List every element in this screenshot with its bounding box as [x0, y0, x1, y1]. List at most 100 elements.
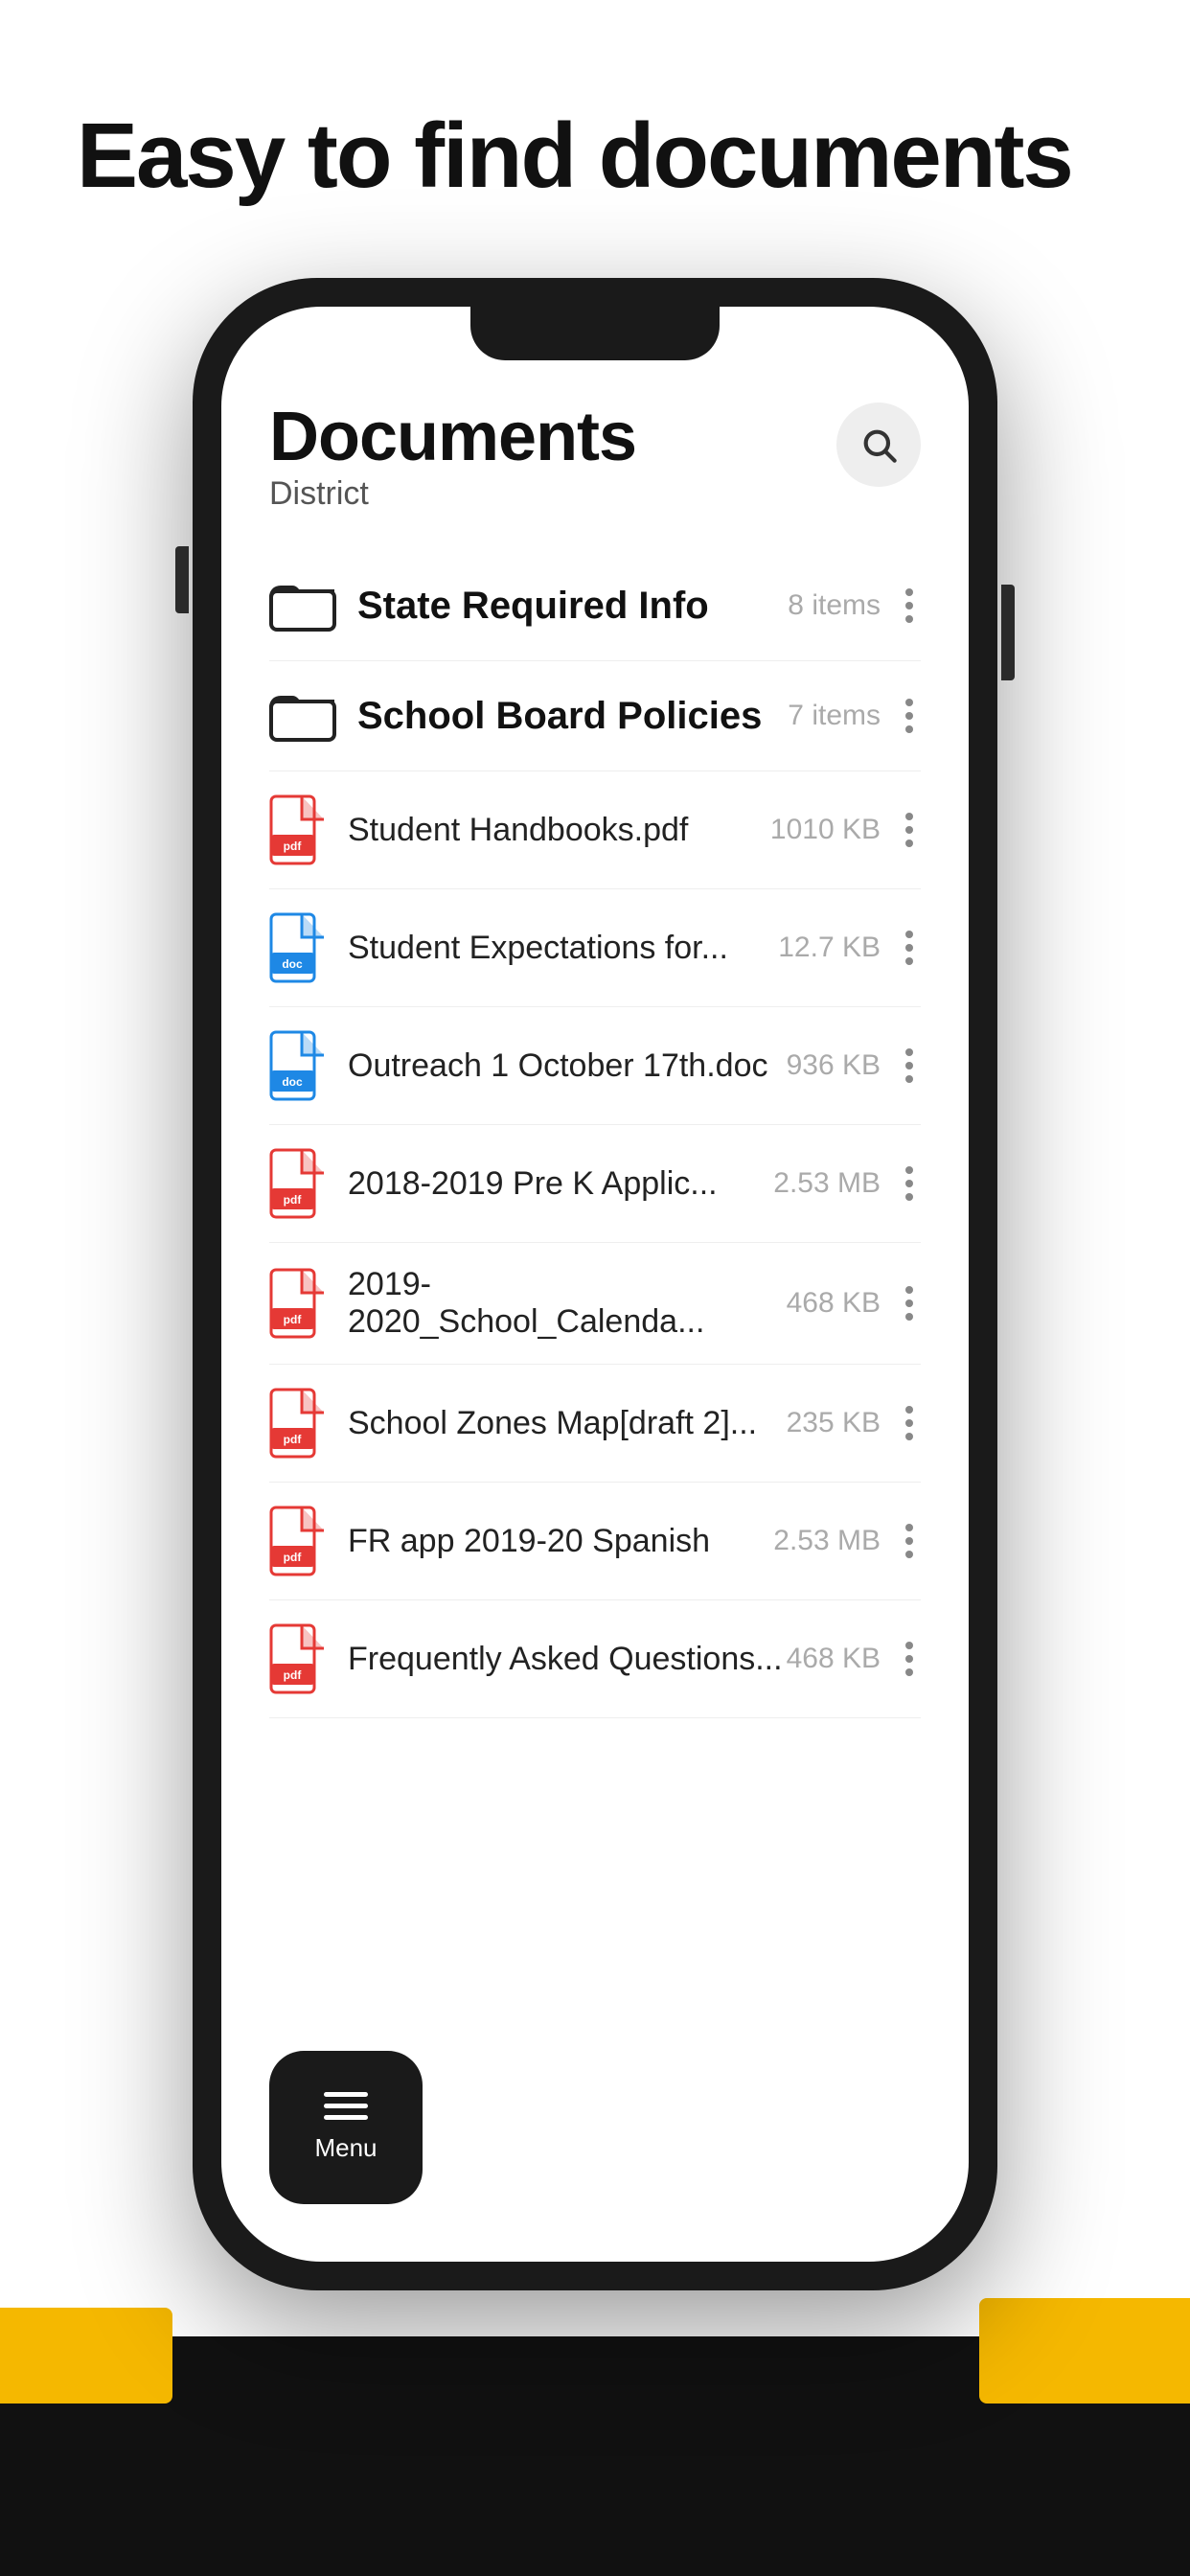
file-menu[interactable] — [898, 1514, 921, 1568]
folder-item-school-board[interactable]: School Board Policies 7 items — [269, 661, 921, 771]
file-item[interactable]: pdf 2018-2019 Pre K Applic... 2.53 MB — [269, 1125, 921, 1243]
yellow-accent-left — [0, 2308, 172, 2404]
hero-title: Easy to find documents — [77, 105, 1072, 207]
file-icon-pdf: pdf — [269, 1623, 327, 1694]
file-item[interactable]: doc Outreach 1 October 17th.doc 936 KB — [269, 1007, 921, 1125]
file-name: 2018-2019 Pre K Applic... — [348, 1165, 773, 1203]
svg-text:pdf: pdf — [284, 1313, 303, 1326]
svg-text:doc: doc — [282, 957, 303, 971]
dot — [905, 1166, 913, 1174]
search-icon — [859, 426, 898, 464]
dot — [905, 1313, 913, 1321]
file-item[interactable]: pdf School Zones Map[draft 2]... 235 KB — [269, 1365, 921, 1483]
file-name: 2019-2020_School_Calenda... — [348, 1266, 787, 1341]
file-item[interactable]: pdf 2019-2020_School_Calenda... 468 KB — [269, 1243, 921, 1365]
file-icon-pdf: pdf — [269, 1388, 327, 1459]
dot — [905, 1655, 913, 1663]
dot — [905, 1406, 913, 1414]
folder-menu-state[interactable] — [898, 579, 921, 632]
page-title: Documents — [269, 402, 636, 472]
dot — [905, 957, 913, 965]
file-menu[interactable] — [898, 1396, 921, 1450]
file-icon-pdf: pdf — [269, 794, 327, 865]
dot — [905, 1180, 913, 1187]
dot — [905, 1286, 913, 1294]
file-size: 936 KB — [787, 1049, 881, 1082]
dot — [905, 1537, 913, 1545]
file-name: FR app 2019-20 Spanish — [348, 1523, 773, 1560]
svg-text:pdf: pdf — [284, 1668, 303, 1682]
screen-content: Documents District — [221, 374, 969, 2262]
file-size: 2.53 MB — [773, 1525, 881, 1557]
file-icon-pdf: pdf — [269, 1148, 327, 1219]
file-size: 1010 KB — [770, 814, 881, 846]
menu-label: Menu — [314, 2133, 377, 2163]
dot — [905, 1193, 913, 1201]
phone-notch — [470, 307, 720, 360]
menu-button[interactable]: Menu — [269, 2051, 423, 2204]
svg-text:doc: doc — [282, 1075, 303, 1089]
phone-outer: Documents District — [193, 278, 997, 2290]
header-text: Documents District — [269, 402, 636, 513]
dot — [905, 1062, 913, 1070]
file-icon-doc: doc — [269, 1030, 327, 1101]
file-item[interactable]: doc Student Expectations for... 12.7 KB — [269, 889, 921, 1007]
file-size: 468 KB — [787, 1287, 881, 1320]
file-item[interactable]: pdf Frequently Asked Questions... 468 KB — [269, 1600, 921, 1718]
file-name: Frequently Asked Questions... — [348, 1641, 787, 1678]
file-size: 235 KB — [787, 1407, 881, 1439]
dot — [905, 1433, 913, 1440]
folder-count-school-board: 7 items — [788, 700, 881, 732]
file-menu[interactable] — [898, 1157, 921, 1210]
dot — [905, 813, 913, 820]
file-item[interactable]: pdf Student Handbooks.pdf 1010 KB — [269, 771, 921, 889]
file-icon-pdf: pdf — [269, 1506, 327, 1576]
file-icon-doc: doc — [269, 912, 327, 983]
file-name: Outreach 1 October 17th.doc — [348, 1047, 787, 1085]
dot — [905, 712, 913, 720]
files-list: pdf Student Handbooks.pdf 1010 KB doc St… — [269, 771, 921, 1718]
svg-text:pdf: pdf — [284, 840, 303, 853]
file-menu[interactable] — [898, 1632, 921, 1686]
file-size: 468 KB — [787, 1643, 881, 1675]
folder-icon — [269, 688, 336, 744]
menu-line — [324, 2104, 368, 2108]
dot — [905, 1300, 913, 1307]
dot — [905, 588, 913, 596]
dot — [905, 1668, 913, 1676]
folder-menu-school-board[interactable] — [898, 689, 921, 743]
search-button[interactable] — [836, 402, 921, 487]
file-menu[interactable] — [898, 803, 921, 857]
file-menu[interactable] — [898, 921, 921, 975]
phone-screen: Documents District — [221, 307, 969, 2262]
file-menu[interactable] — [898, 1276, 921, 1330]
dot — [905, 1642, 913, 1649]
file-size: 2.53 MB — [773, 1167, 881, 1200]
dot — [905, 699, 913, 706]
svg-text:pdf: pdf — [284, 1551, 303, 1564]
phone-mockup: Documents District — [193, 278, 997, 2290]
folder-name-school-board: School Board Policies — [357, 695, 788, 738]
dot — [905, 1075, 913, 1083]
file-menu[interactable] — [898, 1039, 921, 1092]
folder-name-state: State Required Info — [357, 585, 788, 628]
dot — [905, 1048, 913, 1056]
dot — [905, 840, 913, 847]
file-size: 12.7 KB — [778, 932, 881, 964]
yellow-accent-right — [979, 2298, 1190, 2404]
file-icon-pdf: pdf — [269, 1268, 327, 1339]
file-name: Student Expectations for... — [348, 930, 778, 967]
dot — [905, 1419, 913, 1427]
file-name: School Zones Map[draft 2]... — [348, 1405, 787, 1442]
folder-count-state: 8 items — [788, 589, 881, 622]
file-item[interactable]: pdf FR app 2019-20 Spanish 2.53 MB — [269, 1483, 921, 1600]
folder-icon — [269, 578, 336, 633]
menu-line — [324, 2115, 368, 2120]
dot — [905, 944, 913, 952]
dot — [905, 826, 913, 834]
folder-item-state-required[interactable]: State Required Info 8 items — [269, 551, 921, 661]
menu-line — [324, 2092, 368, 2097]
svg-text:pdf: pdf — [284, 1193, 303, 1207]
hamburger-icon — [324, 2092, 368, 2120]
svg-text:pdf: pdf — [284, 1433, 303, 1446]
